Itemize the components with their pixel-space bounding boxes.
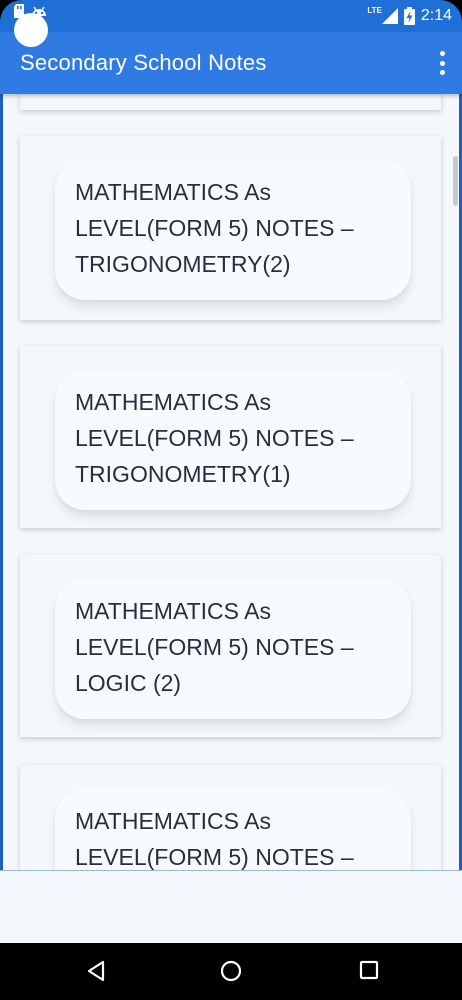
phone-screen: LTE 2:14 Secondary School Notes MATHEMAT… bbox=[0, 0, 462, 1000]
note-title: MATHEMATICS As LEVEL(FORM 5) NOTES – TRI… bbox=[75, 179, 354, 277]
battery-charging-icon bbox=[403, 7, 415, 25]
signal-icon bbox=[381, 8, 398, 24]
scrollbar[interactable] bbox=[453, 156, 458, 206]
note-pill[interactable]: MATHEMATICS As LEVEL(FORM 5) NOTES – bbox=[55, 789, 411, 870]
app-bar: Secondary School Notes bbox=[0, 32, 462, 94]
status-bar: LTE 2:14 bbox=[0, 0, 462, 32]
note-card[interactable]: MATHEMATICS As LEVEL(FORM 5) NOTES – LOG… bbox=[20, 555, 441, 737]
note-pill[interactable]: MATHEMATICS As LEVEL(FORM 5) NOTES – TRI… bbox=[55, 370, 411, 510]
app-title: Secondary School Notes bbox=[20, 50, 267, 75]
note-card[interactable]: MATHEMATICS As LEVEL(FORM 5) NOTES – TRI… bbox=[20, 136, 441, 320]
back-triangle-icon[interactable] bbox=[86, 960, 106, 982]
home-circle-icon[interactable] bbox=[220, 960, 242, 982]
floating-bubble[interactable] bbox=[14, 13, 48, 47]
note-pill[interactable]: MATHEMATICS As LEVEL(FORM 5) NOTES – LOG… bbox=[55, 579, 411, 719]
note-title: MATHEMATICS As LEVEL(FORM 5) NOTES – TRI… bbox=[75, 389, 354, 487]
notes-list-container: MATHEMATICS As LEVEL(FORM 5) NOTES – TRI… bbox=[0, 94, 462, 870]
note-card[interactable]: MATHEMATICS As LEVEL(FORM 5) NOTES – TRI… bbox=[20, 346, 441, 528]
recent-square-icon[interactable] bbox=[359, 960, 379, 980]
note-card[interactable]: MATHEMATICS As LEVEL(FORM 5) NOTES – bbox=[20, 765, 441, 870]
note-pill[interactable]: MATHEMATICS As LEVEL(FORM 5) NOTES – TRI… bbox=[55, 160, 411, 300]
note-card[interactable] bbox=[20, 94, 441, 110]
more-vert-icon[interactable] bbox=[438, 51, 446, 75]
network-type: LTE bbox=[367, 5, 382, 15]
status-time: 2:14 bbox=[420, 7, 452, 24]
status-system-icons: LTE 2:14 bbox=[367, 0, 452, 32]
bottom-banner-area bbox=[0, 870, 462, 944]
notes-list[interactable]: MATHEMATICS As LEVEL(FORM 5) NOTES – TRI… bbox=[3, 94, 459, 870]
navigation-bar bbox=[0, 943, 462, 1000]
note-title: MATHEMATICS As LEVEL(FORM 5) NOTES – bbox=[75, 808, 354, 870]
note-title: MATHEMATICS As LEVEL(FORM 5) NOTES – LOG… bbox=[75, 598, 354, 696]
